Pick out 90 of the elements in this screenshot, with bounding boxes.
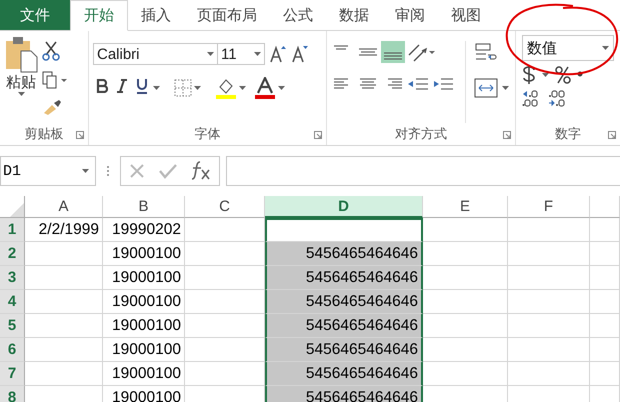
table-cell: 19000100 (103, 386, 185, 402)
dropdown-arrow-icon (239, 86, 246, 90)
bold-icon (96, 78, 108, 92)
row-header[interactable]: 1 (0, 218, 25, 242)
column-header[interactable]: F (508, 196, 590, 218)
currency-icon[interactable] (522, 65, 536, 85)
font-size-dropdown[interactable]: 11 (217, 43, 265, 65)
italic-icon (116, 78, 128, 92)
row-header[interactable]: 6 (0, 338, 25, 362)
group-label: 剪贴板 (24, 125, 64, 143)
table-cell (590, 338, 620, 362)
column-header[interactable]: E (423, 196, 508, 218)
row-header[interactable]: 2 (0, 242, 25, 266)
column-header[interactable]: B (103, 196, 185, 218)
increase-font-size-icon[interactable] (269, 45, 287, 63)
ribbon-tab[interactable]: 数据 (326, 0, 382, 30)
dropdown-arrow-icon (502, 86, 509, 90)
fill-color-icon[interactable] (215, 77, 237, 99)
clipboard-icon (4, 35, 38, 73)
ribbon-tab[interactable]: 页面布局 (184, 0, 270, 30)
percent-icon[interactable] (555, 66, 571, 84)
name-box[interactable]: D1 (0, 156, 96, 186)
paste-button[interactable]: 粘贴 (4, 35, 38, 123)
column-header[interactable]: A (25, 196, 103, 218)
format-painter-icon[interactable] (42, 99, 62, 115)
column-header[interactable]: D (265, 196, 423, 218)
table-cell (590, 218, 620, 242)
dropdown-arrow-icon (207, 52, 214, 56)
table-cell: 2/2/1999 (25, 218, 103, 242)
table-cell: 19000100 (103, 362, 185, 386)
dialog-launcher-icon[interactable] (608, 131, 616, 139)
table-cell (590, 290, 620, 314)
copy-icon[interactable] (42, 71, 68, 89)
dialog-launcher-icon[interactable] (76, 131, 84, 139)
ribbon-tab[interactable]: 文件 (0, 0, 70, 30)
dialog-launcher-icon[interactable] (503, 131, 511, 139)
ribbon-tab[interactable]: 视图 (438, 0, 494, 30)
dropdown-arrow-icon (254, 52, 261, 56)
table-cell: 19990202 (103, 218, 185, 242)
row-header[interactable]: 8 (0, 386, 25, 402)
increase-decimal-icon[interactable] (522, 89, 540, 107)
row-header[interactable]: 5 (0, 314, 25, 338)
table-cell: 19000100 (103, 338, 185, 362)
formula-input-field[interactable] (226, 156, 620, 186)
group-label: 对齐方式 (395, 125, 447, 143)
borders-icon[interactable] (174, 79, 192, 97)
comma-style-icon[interactable] (577, 71, 583, 79)
bottom-align-icon[interactable] (381, 41, 405, 63)
ribbon-tab[interactable]: 开始 (70, 0, 128, 31)
table-cell: 5456465464646 (265, 266, 423, 290)
font-name-dropdown[interactable]: Calibri (93, 43, 218, 65)
row-header[interactable]: 7 (0, 362, 25, 386)
decrease-font-size-icon[interactable] (291, 45, 309, 63)
group-label: 数字 (555, 125, 581, 143)
row-header[interactable]: 3 (0, 266, 25, 290)
dropdown-arrow-icon (602, 46, 609, 50)
decrease-decimal-icon[interactable] (548, 89, 566, 107)
checkmark-icon[interactable] (159, 163, 177, 179)
table-cell (590, 314, 620, 338)
dropdown-arrow-icon (18, 92, 24, 96)
ribbon-tab[interactable]: 公式 (270, 0, 326, 30)
table-cell: 5456465464646 (265, 314, 423, 338)
row-header[interactable]: 4 (0, 290, 25, 314)
dialog-launcher-icon[interactable] (314, 131, 322, 139)
dropdown-arrow-icon (153, 86, 160, 90)
table-cell: 19000100 (103, 290, 185, 314)
table-cell (590, 266, 620, 290)
table-cell: 5456465464646 (265, 290, 423, 314)
table-cell: 19000100 (103, 266, 185, 290)
group-label: 字体 (194, 125, 220, 143)
ribbon-tab[interactable]: 审阅 (382, 0, 438, 30)
number-format-dropdown[interactable]: 数值 (522, 35, 614, 61)
table-cell: 19000100 (103, 242, 185, 266)
table-cell (590, 242, 620, 266)
table-cell: 5456465464646 (265, 338, 423, 362)
ribbon-tab[interactable]: 插入 (128, 0, 184, 30)
scissors-icon[interactable] (42, 41, 60, 61)
underline-icon (136, 78, 148, 94)
dropdown-arrow-icon (278, 86, 285, 90)
dropdown-arrow-icon (194, 86, 201, 90)
merge-cells-icon[interactable] (474, 77, 498, 99)
table-cell: 19000100 (103, 314, 185, 338)
dropdown-arrow-icon (542, 73, 549, 77)
dropdown-arrow-icon (82, 169, 89, 173)
insert-function-icon[interactable] (191, 161, 211, 181)
table-cell: 5456465464646 (265, 386, 423, 402)
table-cell: 5456465464646 (265, 362, 423, 386)
table-cell (590, 362, 620, 386)
font-color-icon[interactable] (254, 77, 276, 99)
table-cell: 5456465464646 (265, 242, 423, 266)
